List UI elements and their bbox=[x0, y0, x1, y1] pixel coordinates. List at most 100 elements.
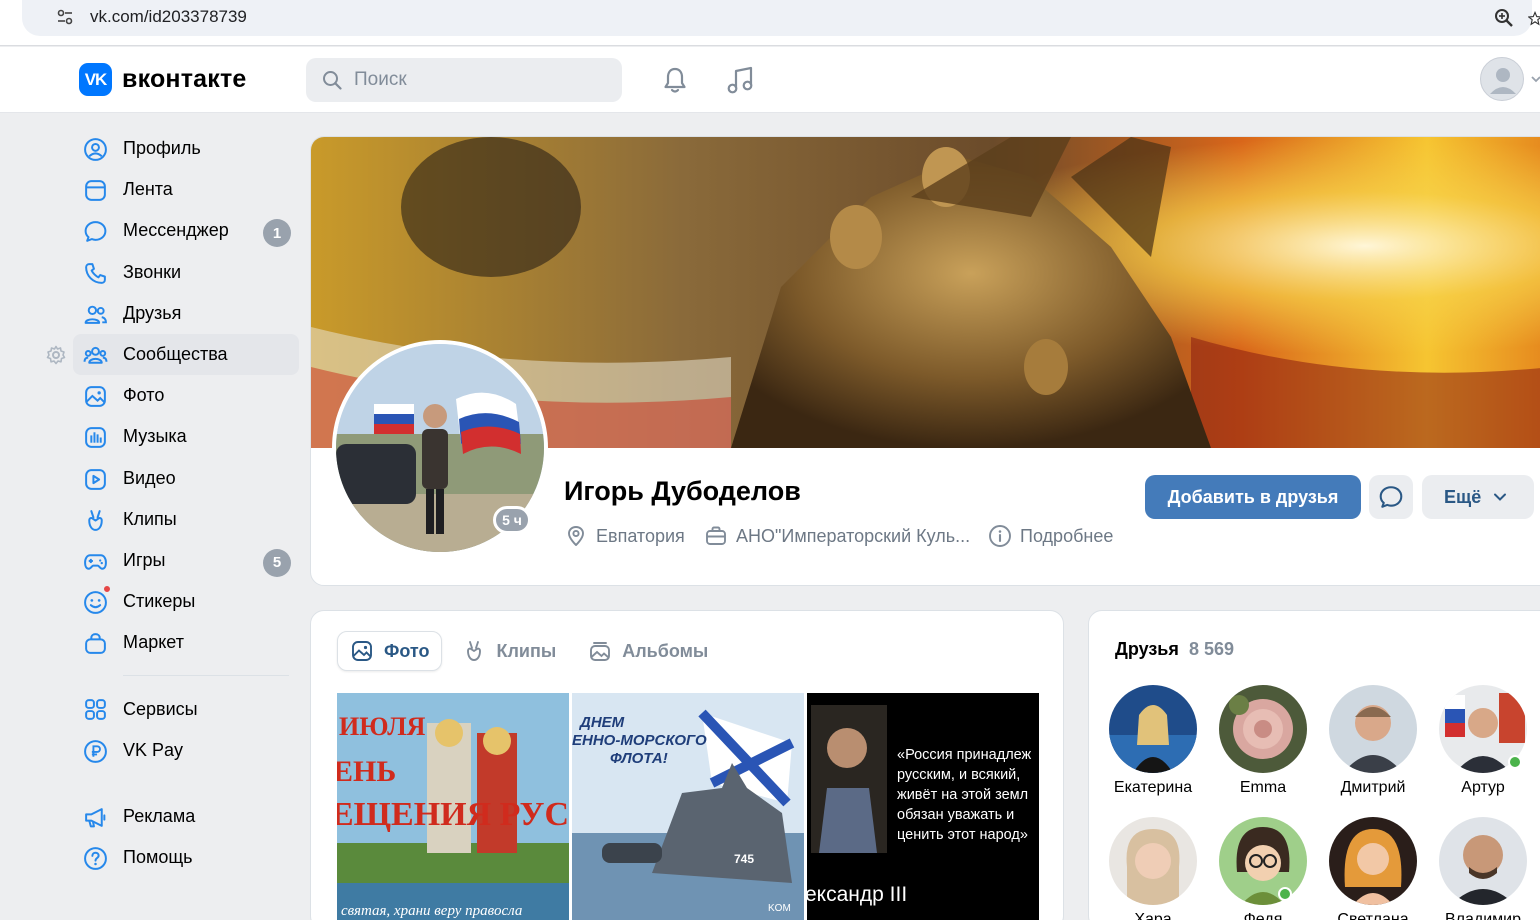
photo-text: KOM bbox=[768, 903, 791, 914]
sidebar-item-label: Друзья bbox=[123, 302, 182, 323]
browser-address-bar: vk.com/id203378739 bbox=[0, 0, 1540, 46]
friend-item[interactable]: Владимир bbox=[1428, 817, 1538, 920]
add-friend-button[interactable]: Добавить в друзья bbox=[1145, 475, 1361, 519]
location-pin-icon bbox=[568, 526, 584, 546]
url-text[interactable]: vk.com/id203378739 bbox=[90, 7, 247, 27]
vkpay-icon bbox=[84, 739, 107, 763]
sidebar-item-label: Звонки bbox=[123, 261, 182, 282]
sidebar-item-label: Видео bbox=[123, 467, 176, 488]
sidebar-item-music[interactable]: Музыка bbox=[73, 416, 299, 457]
photo-image: ДНЕМ ЕННО-МОРСКОГО ФЛОТА! 745 KOM bbox=[572, 693, 804, 920]
default-avatar-icon bbox=[1490, 68, 1516, 94]
sidebar-item-label: Фото bbox=[123, 385, 165, 406]
gear-icon[interactable] bbox=[46, 345, 66, 365]
albums-icon bbox=[590, 642, 611, 661]
briefcase-icon bbox=[706, 526, 726, 545]
friend-avatar bbox=[1109, 685, 1197, 773]
friend-item[interactable]: Артур bbox=[1428, 685, 1538, 797]
tab-photos[interactable]: Фото bbox=[337, 631, 443, 671]
sidebar-item-label: Профиль bbox=[123, 138, 201, 159]
photo-quote: ценить этот народ» bbox=[897, 827, 1028, 843]
site-info-icon[interactable] bbox=[56, 8, 74, 26]
sidebar-item-messenger[interactable]: Мессенджер 1 bbox=[73, 210, 299, 251]
sidebar-item-games[interactable]: Игры 5 bbox=[73, 540, 299, 581]
music-icon bbox=[85, 427, 106, 449]
photo-caption: святая, храни веру правосла bbox=[341, 903, 522, 919]
photo-text: ЕЩЕНИЯ РУСИ bbox=[337, 796, 569, 833]
bookmark-star-icon[interactable] bbox=[1528, 8, 1540, 28]
tab-albums[interactable]: Альбомы bbox=[576, 631, 720, 671]
media-tabs: Фото Клипы Альбомы bbox=[337, 631, 728, 671]
unread-count-badge: 1 bbox=[263, 219, 291, 248]
photo-thumbnail[interactable]: ДНЕМ ЕННО-МОРСКОГО ФЛОТА! 745 KOM bbox=[572, 693, 804, 920]
sidebar-divider bbox=[123, 675, 289, 677]
services-icon bbox=[85, 699, 106, 721]
friend-name: Артур bbox=[1461, 779, 1505, 796]
friend-name: Дмитрий bbox=[1340, 779, 1406, 796]
newsfeed-icon bbox=[85, 180, 106, 202]
sidebar-item-newsfeed[interactable]: Лента bbox=[73, 169, 299, 210]
market-icon bbox=[85, 633, 106, 655]
tab-label: Клипы bbox=[496, 640, 557, 661]
photos-card: Фото Клипы Альбомы ИЮЛЯ ЕНЬ ЕЩЕНИЯ РУСИ … bbox=[310, 610, 1064, 920]
friends-icon bbox=[84, 305, 107, 324]
games-count-badge: 5 bbox=[263, 548, 291, 577]
vk-logo[interactable]: VK вконтакте bbox=[79, 63, 247, 96]
music-player-icon[interactable] bbox=[724, 64, 756, 96]
tab-label: Фото bbox=[384, 640, 430, 661]
sidebar-item-label: Реклама bbox=[123, 805, 196, 826]
sidebar-item-services[interactable]: Сервисы bbox=[73, 688, 299, 729]
sidebar-item-photos[interactable]: Фото bbox=[73, 375, 299, 416]
search-box[interactable] bbox=[306, 58, 622, 102]
user-avatar[interactable] bbox=[1480, 57, 1524, 101]
photo-quote: «Россия принадлеж bbox=[897, 747, 1032, 763]
sidebar-item-label: Клипы bbox=[123, 508, 177, 529]
sidebar-item-stickers[interactable]: Стикеры bbox=[73, 581, 299, 622]
clips-icon bbox=[467, 641, 482, 661]
photo-image: ИЮЛЯ ЕНЬ ЕЩЕНИЯ РУСИ святая, храни веру … bbox=[337, 693, 569, 920]
sidebar-item-profile[interactable]: Профиль bbox=[73, 128, 299, 169]
friends-title[interactable]: Друзья bbox=[1115, 639, 1179, 660]
profile-city[interactable]: Евпатория bbox=[564, 524, 685, 548]
friend-name: Владимир bbox=[1444, 911, 1521, 920]
photo-thumbnail[interactable]: «Россия принадлеж русским, и всякий, жив… bbox=[807, 693, 1039, 920]
photo-thumbnail[interactable]: ИЮЛЯ ЕНЬ ЕЩЕНИЯ РУСИ святая, храни веру … bbox=[337, 693, 569, 920]
friend-item[interactable]: Федя bbox=[1208, 817, 1318, 920]
video-icon bbox=[85, 468, 106, 490]
photo-icon bbox=[85, 386, 106, 407]
sidebar-item-communities[interactable]: Сообщества bbox=[73, 333, 299, 376]
sidebar-item-friends[interactable]: Друзья bbox=[73, 293, 299, 334]
photo-text: 745 bbox=[734, 852, 754, 866]
more-actions-label: Ещё bbox=[1444, 486, 1482, 507]
sidebar-item-market[interactable]: Маркет bbox=[73, 622, 299, 663]
photo-text: ФЛОТА! bbox=[610, 750, 668, 767]
photo-quote: обязан уважать и bbox=[897, 807, 1014, 823]
friend-item[interactable]: Светлана bbox=[1318, 817, 1428, 920]
more-info-link[interactable]: Подробнее bbox=[988, 524, 1113, 548]
sidebar-item-video[interactable]: Видео bbox=[73, 458, 299, 499]
zoom-icon[interactable] bbox=[1494, 8, 1514, 28]
friend-name: Хара bbox=[1134, 911, 1172, 920]
tab-clips[interactable]: Клипы bbox=[450, 631, 568, 671]
notifications-bell-icon[interactable] bbox=[660, 65, 690, 95]
sidebar-divider bbox=[123, 783, 289, 784]
sidebar-item-clips[interactable]: Клипы bbox=[73, 499, 299, 540]
sidebar-item-label: Помощь bbox=[123, 847, 193, 868]
profile-work[interactable]: АНО"Императорский Куль... bbox=[704, 524, 970, 548]
send-message-button[interactable] bbox=[1369, 475, 1413, 519]
search-input[interactable] bbox=[354, 58, 604, 102]
friend-item[interactable]: Дмитрий bbox=[1318, 685, 1428, 797]
friend-item[interactable]: Emma bbox=[1208, 685, 1318, 797]
more-actions-button[interactable]: Ещё bbox=[1422, 475, 1534, 519]
chevron-down-icon[interactable] bbox=[1530, 73, 1540, 85]
sidebar-item-help[interactable]: Помощь bbox=[73, 837, 299, 878]
sidebar-item-ads[interactable]: Реклама bbox=[73, 796, 299, 837]
sidebar-item-vkpay[interactable]: VK Pay bbox=[73, 730, 299, 771]
photo-quote: русским, и всякий, bbox=[897, 767, 1020, 783]
friend-item[interactable]: Екатерина bbox=[1098, 685, 1208, 797]
url-field[interactable]: vk.com/id203378739 bbox=[22, 0, 1532, 36]
friend-avatar bbox=[1329, 685, 1417, 773]
friend-item[interactable]: Хара bbox=[1098, 817, 1208, 920]
sidebar-item-calls[interactable]: Звонки bbox=[73, 252, 299, 293]
sidebar-item-label: Лента bbox=[123, 179, 173, 200]
